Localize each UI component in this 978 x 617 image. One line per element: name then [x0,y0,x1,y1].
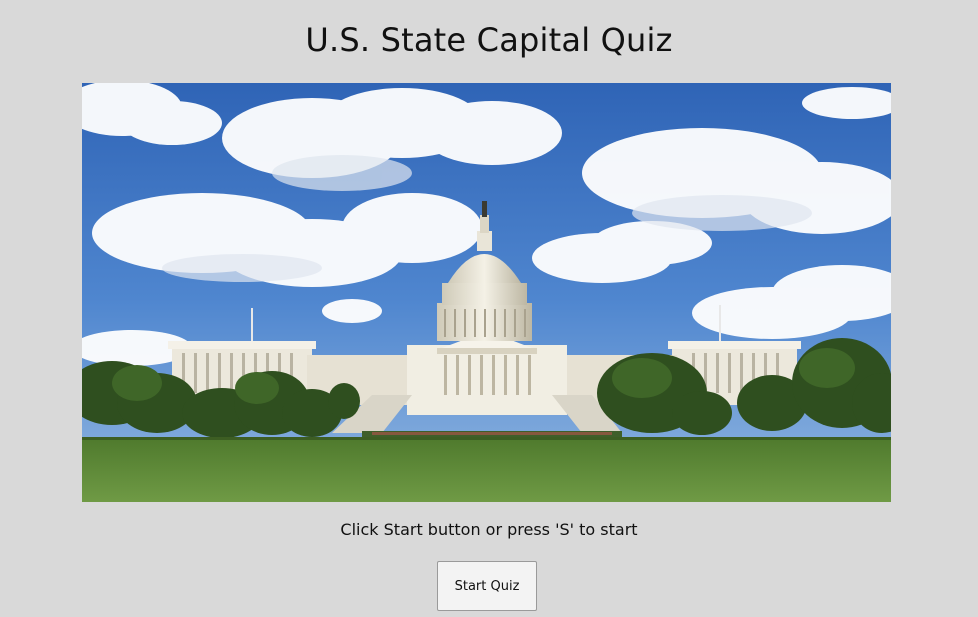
page-title: U.S. State Capital Quiz [305,21,673,59]
capitol-building-image [82,83,891,502]
start-instructions: Click Start button or press 'S' to start [340,520,638,539]
quiz-start-screen: U.S. State Capital Quiz Click Start butt… [0,0,978,617]
start-quiz-button[interactable]: Start Quiz [437,561,537,611]
